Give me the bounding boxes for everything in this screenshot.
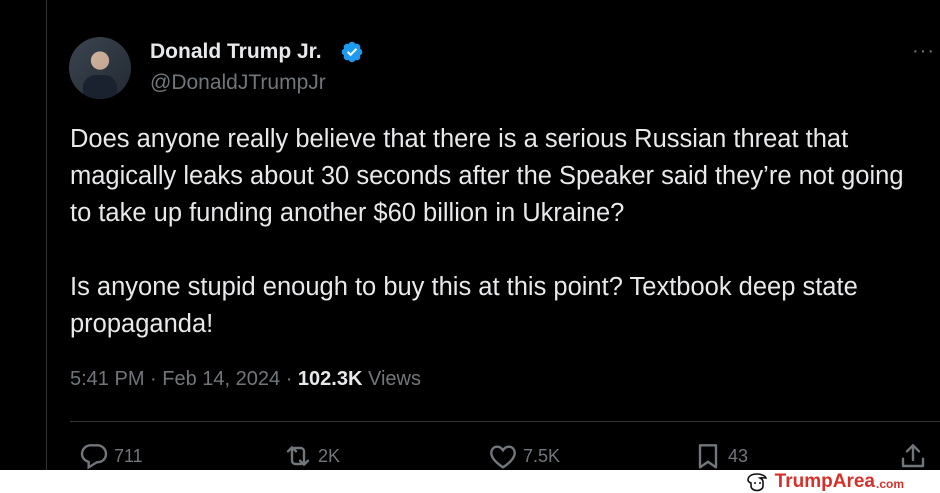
trump-logo-icon [746,472,767,491]
bookmark-icon [698,444,718,469]
watermark-footer: TrumpArea .com [0,470,940,493]
author-display-name[interactable]: Donald Trump Jr. [150,40,322,64]
repost-count: 2K [318,445,341,466]
tweet-paragraph-2: Is anyone stupid enough to buy this at t… [70,273,858,338]
reply-count: 711 [114,445,143,466]
like-count: 7.5K [523,445,561,466]
verified-badge-icon[interactable] [340,40,364,64]
views-count[interactable]: 102.3K [298,368,363,390]
reply-button[interactable]: 711 [78,440,143,472]
like-button[interactable]: 7.5K [487,440,560,472]
repost-button[interactable]: 2K [282,440,340,472]
repost-icon [286,446,310,466]
bookmark-count: 43 [728,445,749,466]
heart-icon [490,445,516,469]
tweet-text: Does anyone really believe that there is… [70,121,920,380]
bookmark-button[interactable]: 43 [692,440,748,472]
avatar[interactable] [69,37,131,99]
share-button[interactable] [897,440,933,472]
tweet-time[interactable]: 5:41 PM [70,368,144,390]
meta-separator: · [280,368,298,390]
brand-name: TrumpArea [774,470,875,492]
views-label: Views [362,368,421,390]
author-handle[interactable]: @DonaldJTrumpJr [150,71,326,95]
timeline-border [46,0,47,470]
tweet-paragraph-1: Does anyone really believe that there is… [70,125,904,227]
reply-icon [80,444,108,470]
tweet-meta: 5:41 PM · Feb 14, 2024 · 102.3K Views [70,368,421,391]
meta-separator: · [144,368,163,390]
divider [70,421,940,422]
tweet-date[interactable]: Feb 14, 2024 [162,368,280,390]
brand-tld: .com [875,476,904,491]
tweet: Donald Trump Jr. @DonaldJTrumpJr ··· Doe… [0,0,940,470]
more-options-icon[interactable]: ··· [912,40,935,63]
share-icon [901,444,925,468]
brand-watermark: TrumpArea .com [745,470,904,493]
